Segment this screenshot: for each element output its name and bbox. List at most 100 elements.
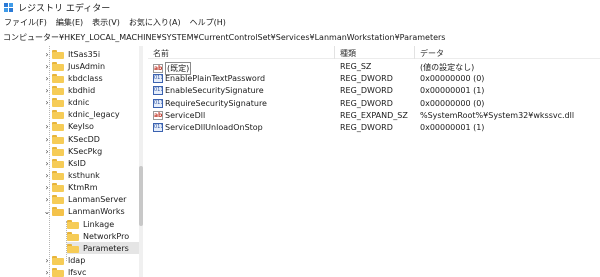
menu-view[interactable]: 表示(V): [92, 17, 120, 28]
menu-bar: ファイル(F) 編集(E) 表示(V) お気に入り(A) ヘルプ(H): [0, 16, 235, 29]
tree-item-label: KtmRm: [68, 183, 98, 193]
tree-item-label: Linkage: [83, 219, 115, 229]
folder-icon: [52, 134, 64, 144]
value-name: ServiceDll: [165, 110, 206, 120]
chevron-right-icon[interactable]: ›: [43, 49, 51, 59]
menu-favorites[interactable]: お気に入り(A): [129, 17, 181, 28]
tree-scrollbar-thumb[interactable]: [139, 166, 143, 226]
folder-icon: [52, 146, 64, 156]
tree-item[interactable]: › kdnic: [43, 97, 89, 109]
tree-item[interactable]: Linkage: [67, 218, 114, 230]
value-name: RequireSecuritySignature: [165, 98, 267, 108]
tree-item-label: kbdhid: [68, 85, 96, 95]
tree-item-label: JusAdmin: [68, 61, 106, 71]
value-name-cell: 011 EnablePlainTextPassword: [153, 74, 265, 84]
value-data: %SystemRoot%¥System32¥wkssvc.dll: [420, 110, 575, 120]
tree-item-label: NetworkPro: [83, 231, 130, 241]
value-row[interactable]: 011 EnableSecuritySignature REG_DWORD 0x000…: [148, 85, 600, 97]
tree-item[interactable]: ⌄ LanmanWorks: [43, 206, 125, 218]
folder-icon: [52, 195, 64, 205]
tree-item[interactable]: kdnic_legacy: [43, 109, 120, 121]
tree-item-label: kdnic_legacy: [68, 110, 120, 120]
value-name: ServiceDllUnloadOnStop: [165, 123, 263, 132]
chevron-down-icon[interactable]: ⌄: [43, 207, 51, 217]
column-header-type[interactable]: 種類: [340, 48, 356, 59]
tree-item[interactable]: NetworkPro: [67, 230, 129, 242]
tree-item[interactable]: › KSecDD: [43, 133, 100, 145]
chevron-right-icon[interactable]: ›: [43, 256, 51, 266]
menu-help[interactable]: ヘルプ(H): [190, 17, 226, 28]
value-type: REG_DWORD: [340, 86, 393, 96]
chevron-right-icon[interactable]: ›: [43, 122, 51, 132]
value-type: REG_EXPAND_SZ: [340, 110, 408, 120]
folder-icon: [52, 207, 64, 217]
tree-item-label: KeyIso: [68, 122, 94, 132]
values-list[interactable]: 名前 種類 データ ab (既定) REG_SZ (値の設定なし) 011 EnableP…: [148, 46, 600, 277]
folder-icon: [52, 49, 64, 59]
chevron-right-icon[interactable]: ›: [43, 61, 51, 71]
tree-item-label: ksthunk: [68, 171, 100, 180]
chevron-right-icon[interactable]: ›: [43, 183, 51, 193]
tree-item-label: KSecPkg: [68, 146, 103, 156]
expander-placeholder: [43, 110, 51, 120]
value-row[interactable]: 011 RequireSecuritySignature REG_DWORD 0x00…: [148, 98, 600, 110]
folder-icon: [52, 256, 64, 266]
key-tree[interactable]: › ItSas35i › JusAdmin › kbdclass › kbdhid › kdnic…: [0, 46, 143, 277]
tree-item-label: lfsvc: [68, 268, 87, 277]
tree-item[interactable]: › ksthunk: [43, 170, 100, 182]
tree-item[interactable]: › LanmanServer: [43, 194, 126, 206]
column-divider[interactable]: [414, 46, 415, 59]
chevron-right-icon[interactable]: ›: [43, 158, 51, 168]
tree-item[interactable]: › KSecPkg: [43, 145, 102, 157]
tree-scrollbar[interactable]: [139, 46, 143, 277]
folder-icon: [52, 98, 64, 108]
value-data: 0x00000001 (1): [420, 123, 485, 132]
value-row[interactable]: ab (既定) REG_SZ (値の設定なし): [148, 61, 600, 75]
tree-item[interactable]: Parameters: [67, 242, 142, 255]
menu-file[interactable]: ファイル(F): [4, 17, 47, 28]
binary-value-icon: 011: [153, 74, 163, 84]
chevron-right-icon[interactable]: ›: [43, 73, 51, 83]
binary-value-icon: 011: [153, 86, 163, 96]
tree-item[interactable]: › KsID: [43, 157, 86, 169]
value-row[interactable]: 011 EnablePlainTextPassword REG_DWORD 0x000…: [148, 73, 600, 85]
tree-item[interactable]: › KeyIso: [43, 121, 94, 133]
tree-item[interactable]: › kbdhid: [43, 84, 95, 96]
value-row[interactable]: ab ServiceDll REG_EXPAND_SZ %SystemRoot%¥Sy…: [148, 110, 600, 122]
value-data: 0x00000000 (0): [420, 74, 485, 84]
column-header-name[interactable]: 名前: [153, 48, 169, 59]
chevron-right-icon[interactable]: ›: [43, 98, 51, 108]
tree-item-label: LanmanWorks: [68, 207, 125, 217]
window-title: レジストリ エディター: [18, 4, 111, 14]
string-value-icon: ab: [153, 110, 163, 120]
chevron-right-icon[interactable]: ›: [43, 134, 51, 144]
column-divider[interactable]: [334, 46, 335, 59]
value-type: REG_DWORD: [340, 98, 393, 108]
value-data: (値の設定なし): [420, 63, 475, 72]
value-name-cell: ab ServiceDll: [153, 110, 206, 120]
tree-item-label: ldap: [68, 256, 86, 266]
values-list-header: 名前 種類 データ: [148, 46, 600, 59]
folder-icon: [52, 268, 64, 277]
address-bar[interactable]: コンピューター¥HKEY_LOCAL_MACHINE¥SYSTEM¥Curren…: [0, 31, 600, 44]
tree-item[interactable]: › lfsvc: [43, 267, 86, 277]
binary-value-icon: 011: [153, 123, 163, 132]
chevron-right-icon[interactable]: ›: [43, 85, 51, 95]
folder-icon: [67, 219, 79, 229]
folder-icon: [52, 73, 64, 83]
value-name-cell: 011 ServiceDllUnloadOnStop: [153, 123, 263, 132]
value-row[interactable]: 011 ServiceDllUnloadOnStop REG_DWORD 0x0000…: [148, 122, 600, 134]
chevron-right-icon[interactable]: ›: [43, 171, 51, 181]
tree-item[interactable]: › KtmRm: [43, 182, 98, 194]
tree-item[interactable]: › ItSas35i: [43, 48, 100, 60]
chevron-right-icon[interactable]: ›: [43, 195, 51, 205]
tree-item[interactable]: › ldap: [43, 255, 85, 267]
folder-icon: [52, 183, 64, 193]
tree-item[interactable]: › kbdclass: [43, 72, 103, 84]
value-type: REG_DWORD: [340, 74, 393, 84]
chevron-right-icon[interactable]: ›: [43, 268, 51, 277]
chevron-right-icon[interactable]: ›: [43, 146, 51, 156]
tree-item[interactable]: › JusAdmin: [43, 60, 105, 72]
column-header-data[interactable]: データ: [420, 48, 444, 59]
menu-edit[interactable]: 編集(E): [56, 17, 83, 28]
